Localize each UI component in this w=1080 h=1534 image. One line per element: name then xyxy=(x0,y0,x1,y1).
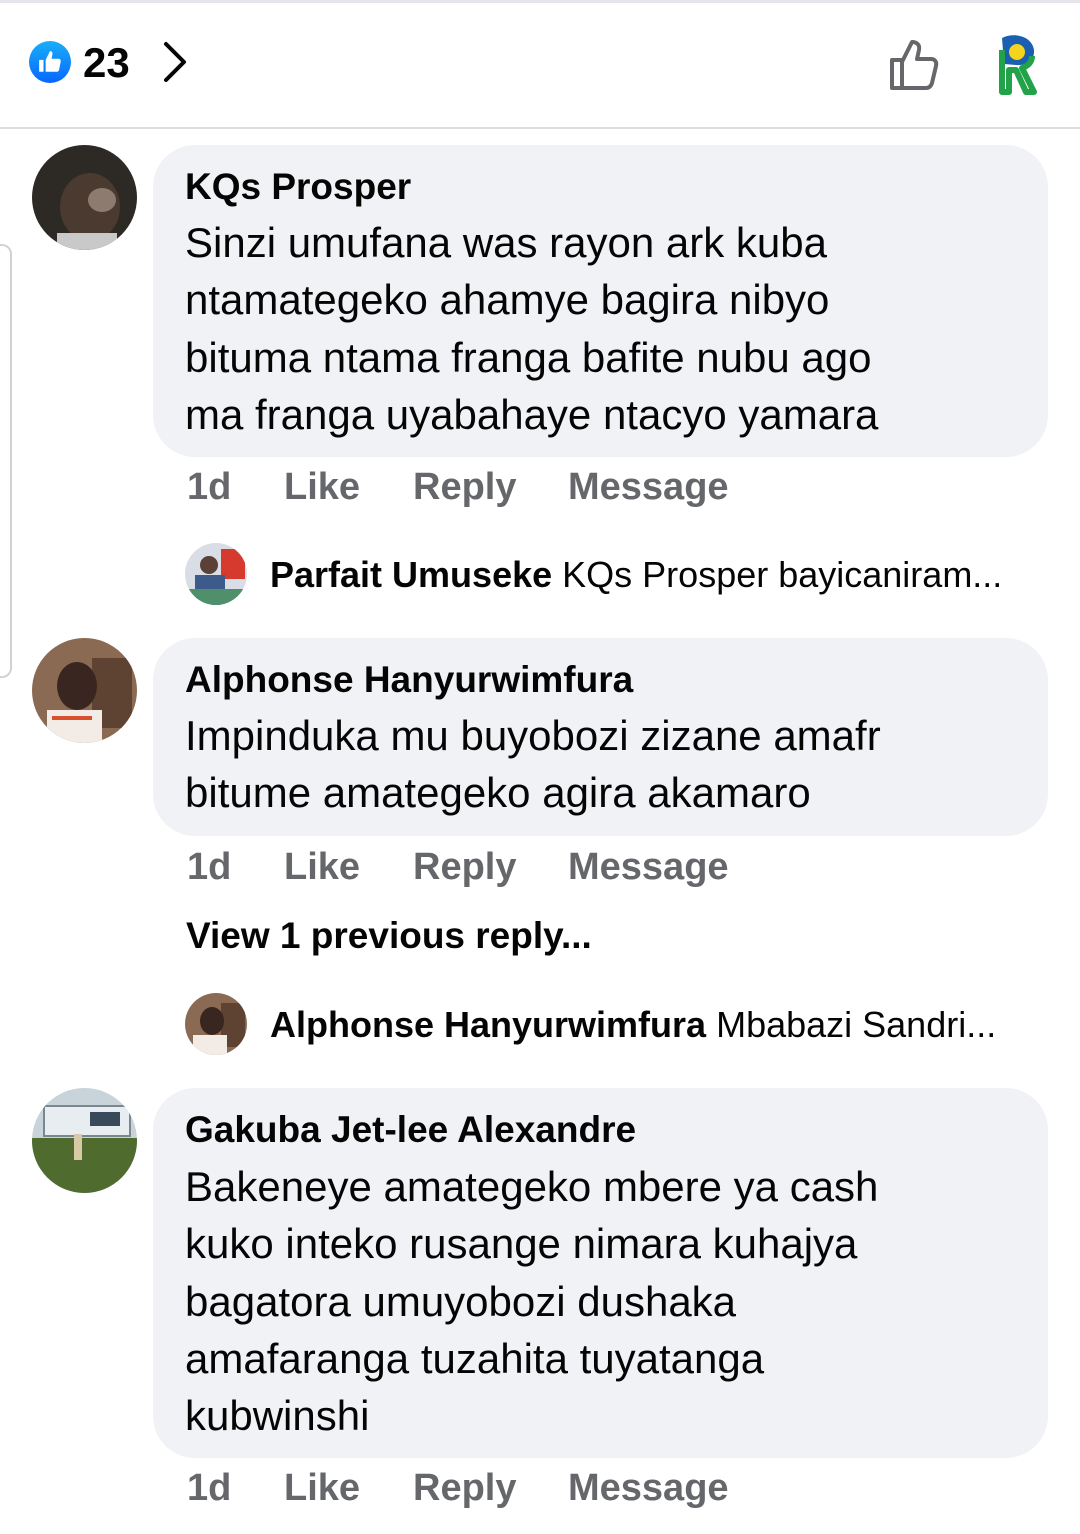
avatar[interactable] xyxy=(185,543,247,605)
comment-line: amafaranga tuzahita tuyatanga xyxy=(185,1334,765,1382)
comment-line: kuko inteko rusange nimara kuhajya xyxy=(185,1220,858,1268)
reply-button[interactable]: Reply xyxy=(413,1465,516,1511)
message-button[interactable]: Message xyxy=(568,1465,729,1511)
comment-author[interactable]: KQs Prosper xyxy=(185,165,411,209)
comment-line: ma franga uyabahaye ntacyo yamara xyxy=(185,390,879,438)
comment-line: ntamategeko ahamye bagira nibyo xyxy=(185,276,830,324)
reply-snippet: KQs Prosper bayicaniram... xyxy=(562,554,1003,595)
reply-snippet: Mbabazi Sandri... xyxy=(716,1004,997,1045)
comment-line: bituma ntama franga bafite nubu ago xyxy=(185,333,872,381)
comment-text: Impinduka mu buyobozi zizane amafr bitum… xyxy=(185,707,1015,822)
like-button[interactable]: Like xyxy=(284,464,360,510)
like-button[interactable]: Like xyxy=(284,1465,360,1511)
scroll-panel-edge[interactable] xyxy=(0,244,12,678)
comment-timestamp[interactable]: 1d xyxy=(187,464,231,510)
reply-preview-text: Alphonse Hanyurwimfura Mbabazi Sandri... xyxy=(270,1003,1050,1047)
comment-line: Sinzi umufana was rayon ark kuba xyxy=(185,219,827,266)
comment-text: Sinzi umufana was rayon ark kuba ntamate… xyxy=(185,214,1015,443)
comment-line: Bakeneye amategeko mbere ya cash xyxy=(185,1163,879,1210)
reply-button[interactable]: Reply xyxy=(413,464,516,510)
comment-line: bagatora umuyobozi dushaka xyxy=(185,1277,737,1325)
reactions-header: 23 xyxy=(0,0,1080,129)
reaction-count[interactable]: 23 xyxy=(83,38,130,88)
like-reaction-icon[interactable] xyxy=(29,41,71,83)
comment-author[interactable]: Alphonse Hanyurwimfura xyxy=(185,658,633,702)
page-logo-icon[interactable] xyxy=(992,32,1040,96)
reply-preview-text: Parfait Umuseke KQs Prosper bayicaniram.… xyxy=(270,553,1050,597)
reply-author[interactable]: Parfait Umuseke xyxy=(270,554,552,595)
avatar[interactable] xyxy=(32,145,137,250)
message-button[interactable]: Message xyxy=(568,844,729,890)
reply-preview[interactable]: Alphonse Hanyurwimfura Mbabazi Sandri... xyxy=(185,993,1065,1057)
comment-author[interactable]: Gakuba Jet-lee Alexandre xyxy=(185,1108,636,1152)
reply-preview[interactable]: Parfait Umuseke KQs Prosper bayicaniram.… xyxy=(185,543,1065,607)
reply-author[interactable]: Alphonse Hanyurwimfura xyxy=(270,1004,706,1045)
avatar[interactable] xyxy=(185,993,247,1055)
sheet-top-edge xyxy=(0,0,1080,3)
thumbs-up-icon[interactable] xyxy=(886,36,944,94)
comment-line: bitume amategeko agira akamaro xyxy=(185,769,811,817)
comment-line: Impinduka mu buyobozi zizane amafr xyxy=(185,712,881,759)
comment-text: Bakeneye amategeko mbere ya cash kuko in… xyxy=(185,1158,1015,1444)
reply-button[interactable]: Reply xyxy=(413,844,516,890)
avatar[interactable] xyxy=(32,638,137,743)
like-button[interactable]: Like xyxy=(284,844,360,890)
avatar[interactable] xyxy=(32,1088,137,1193)
chevron-right-icon[interactable] xyxy=(160,40,190,84)
comment-line: kubwinshi xyxy=(185,1392,370,1440)
comment-timestamp[interactable]: 1d xyxy=(187,844,231,890)
view-previous-replies-link[interactable]: View 1 previous reply... xyxy=(186,914,592,958)
comment-timestamp[interactable]: 1d xyxy=(187,1465,231,1511)
message-button[interactable]: Message xyxy=(568,464,729,510)
